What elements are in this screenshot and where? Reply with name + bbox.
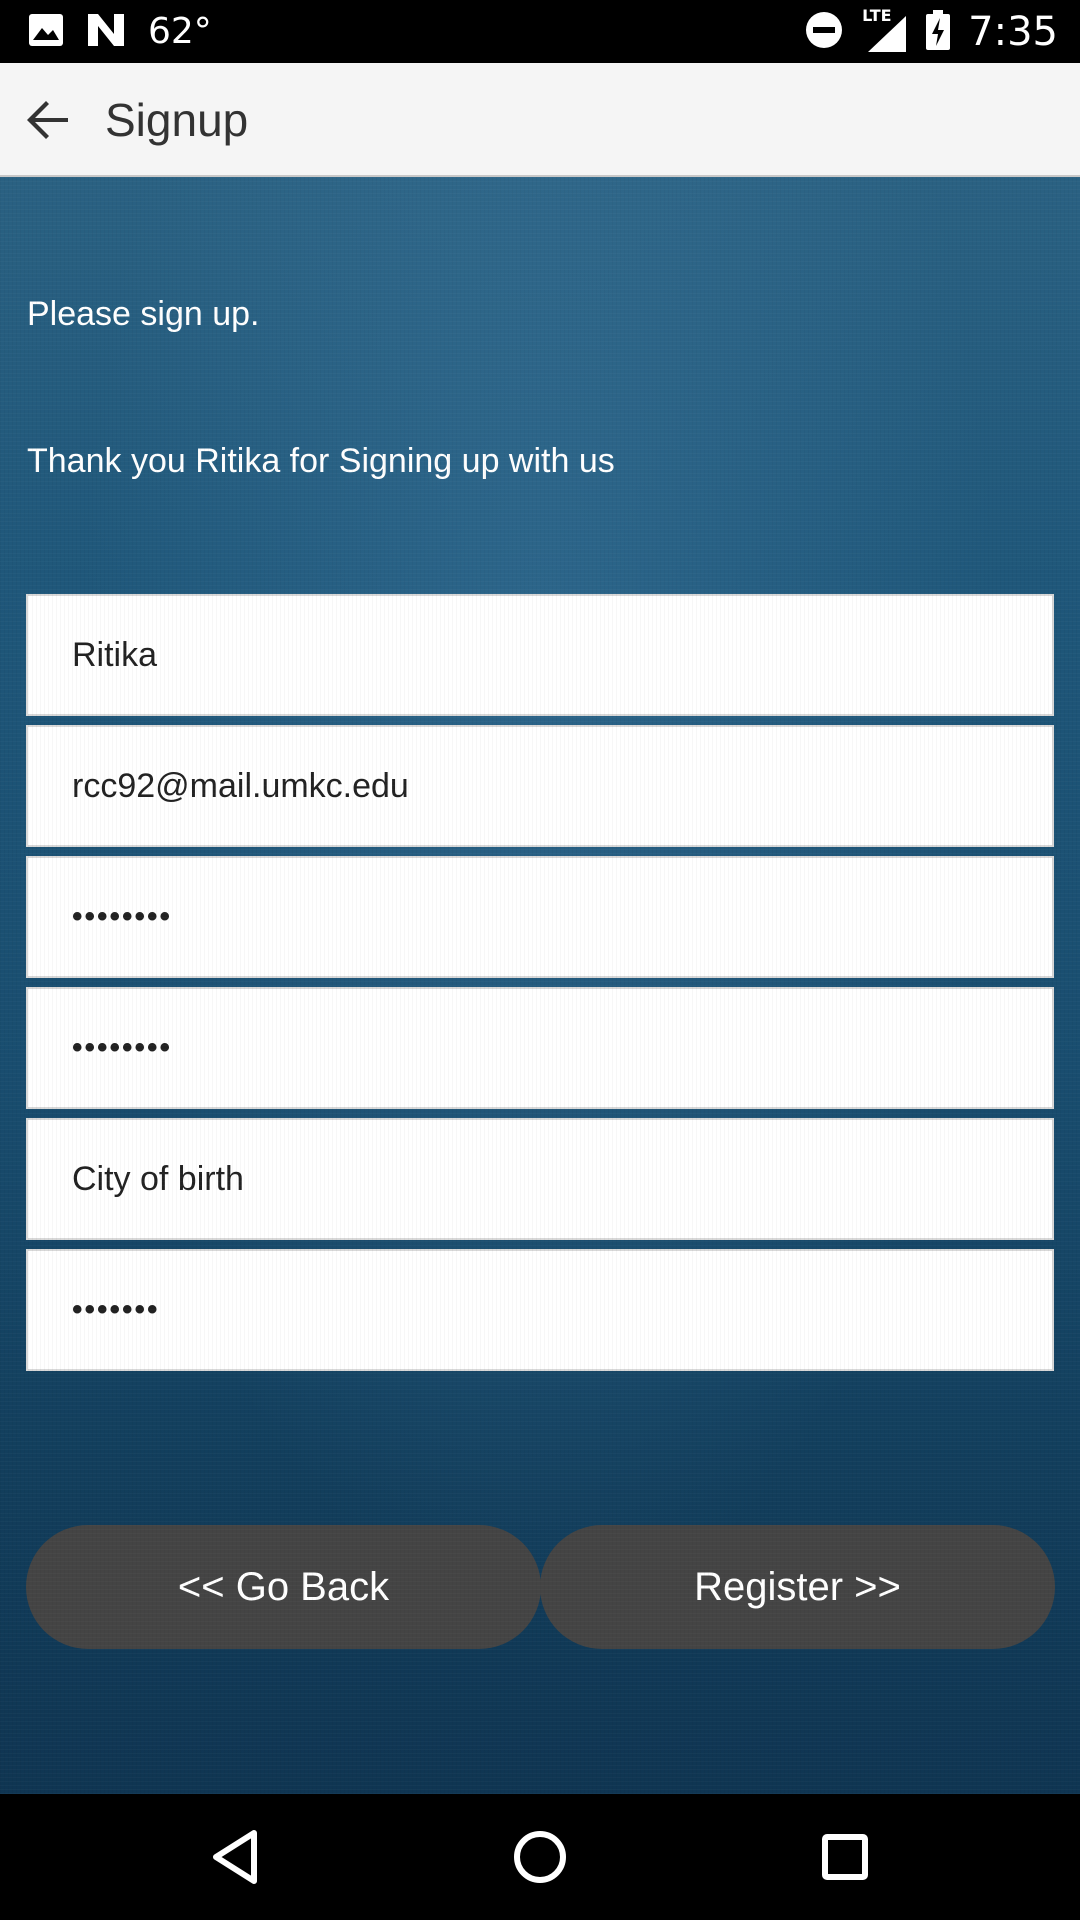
signup-content: Please sign up. Thank you Ritika for Sig… (0, 177, 1080, 1794)
do-not-disturb-icon (804, 10, 844, 54)
battery-charging-icon (926, 9, 951, 54)
app-bar: Signup (0, 63, 1080, 177)
signup-prompt: Please sign up. (27, 295, 260, 333)
thank-you-message: Thank you Ritika for Signing up with us (27, 442, 615, 480)
signal-icon: LTE (862, 6, 908, 54)
n-notification-icon (86, 12, 126, 52)
go-back-button[interactable]: << Go Back (26, 1525, 541, 1649)
password-field[interactable]: •••••••• (26, 856, 1054, 978)
network-type-label: LTE (862, 5, 892, 25)
status-bar: 62° LTE 7:35 (0, 0, 1080, 63)
nav-recents-icon[interactable] (810, 1822, 880, 1892)
city-of-birth-placeholder: City of birth (72, 1159, 244, 1198)
nav-back-icon[interactable] (200, 1822, 270, 1892)
nav-home-icon[interactable] (505, 1822, 575, 1892)
name-field[interactable]: Ritika (26, 594, 1054, 716)
confirm-password-field[interactable]: •••••••• (26, 987, 1054, 1109)
security-answer-field[interactable]: ••••••• (26, 1249, 1054, 1371)
register-button[interactable]: Register >> (540, 1525, 1055, 1649)
email-field[interactable]: rcc92@mail.umkc.edu (26, 725, 1054, 847)
back-arrow-icon[interactable] (16, 88, 80, 152)
temperature-text: 62° (148, 11, 212, 52)
clock-text: 7:35 (968, 8, 1058, 55)
navigation-bar (0, 1794, 1080, 1920)
city-of-birth-field[interactable]: City of birth (26, 1118, 1054, 1240)
page-title: Signup (105, 94, 249, 146)
image-notification-icon (28, 13, 64, 51)
